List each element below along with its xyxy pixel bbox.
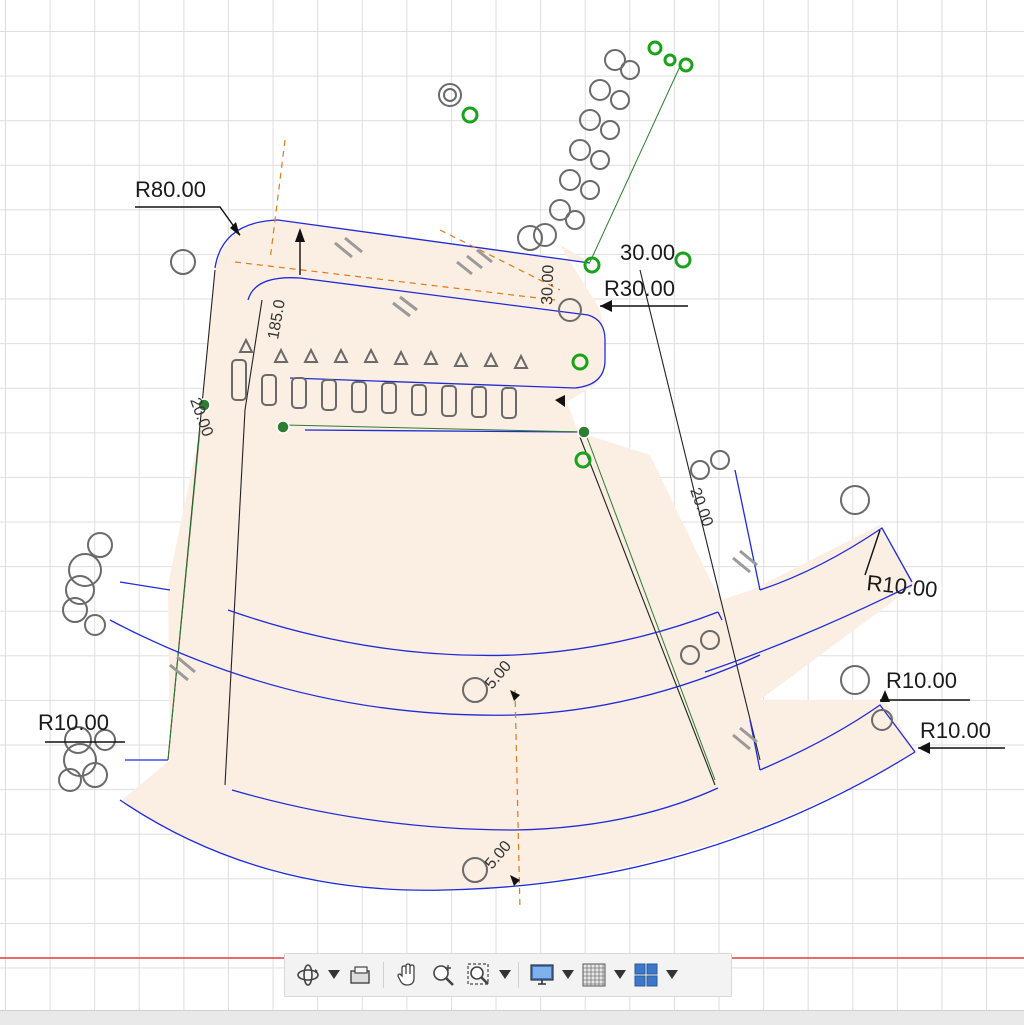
look-at-icon xyxy=(350,966,370,984)
fit-window-button[interactable] xyxy=(462,958,496,992)
zoom-icon xyxy=(433,965,454,986)
grid-dropdown-caret[interactable] xyxy=(613,970,627,980)
orbit-button[interactable] xyxy=(291,958,325,992)
dim-r80[interactable]: R80.00 xyxy=(135,177,206,202)
display-dropdown-caret[interactable] xyxy=(561,970,575,980)
dim-vertical-top[interactable]: 30.00 xyxy=(539,264,557,305)
dim-r10-left[interactable]: R10.00 xyxy=(38,710,109,735)
grid-icon xyxy=(582,963,606,987)
dim-r30[interactable]: R30.00 xyxy=(604,276,675,301)
orbit-dropdown-caret[interactable] xyxy=(327,970,341,980)
navigation-toolbar xyxy=(284,953,732,997)
viewports-button[interactable] xyxy=(629,958,663,992)
toolbar-separator xyxy=(383,962,384,988)
viewports-dropdown-caret[interactable] xyxy=(665,970,679,980)
dim-r10-right-low-b[interactable]: R10.00 xyxy=(920,718,991,743)
chevron-down-icon xyxy=(666,970,678,979)
viewports-icon xyxy=(634,963,658,987)
display-settings-button[interactable] xyxy=(525,958,559,992)
fit-window-icon xyxy=(467,963,489,985)
chevron-down-icon xyxy=(614,970,626,979)
cluster-left-upper xyxy=(62,532,113,636)
cluster-left-lower xyxy=(58,726,116,792)
dim-r10-right-low-a[interactable]: R10.00 xyxy=(886,668,957,693)
sketch-canvas[interactable]: R80.00 R30.00 R10.00 R10.00 R10.00 R10.0… xyxy=(0,0,1024,1010)
zoom-button[interactable] xyxy=(426,958,460,992)
look-at-button[interactable] xyxy=(343,958,377,992)
cluster-top-right xyxy=(533,49,640,247)
chevron-down-icon xyxy=(328,970,340,979)
pan-button[interactable] xyxy=(390,958,424,992)
chevron-down-icon xyxy=(499,970,511,979)
dim-right-mid[interactable]: 20.00 xyxy=(686,486,716,530)
orbit-icon xyxy=(297,964,319,986)
pan-hand-icon xyxy=(397,963,415,986)
zoom-dropdown-caret[interactable] xyxy=(498,970,512,980)
chair-profile-fill[interactable] xyxy=(122,220,915,890)
toolbar-separator xyxy=(518,962,519,988)
chevron-down-icon xyxy=(562,970,574,979)
grid-snaps-button[interactable] xyxy=(577,958,611,992)
monitor-icon xyxy=(530,964,554,985)
sketch-drawing[interactable]: R80.00 R30.00 R10.00 R10.00 R10.00 R10.0… xyxy=(0,0,1024,1010)
dim-top[interactable]: 30.00 xyxy=(620,240,675,265)
status-bar xyxy=(0,1010,1024,1025)
